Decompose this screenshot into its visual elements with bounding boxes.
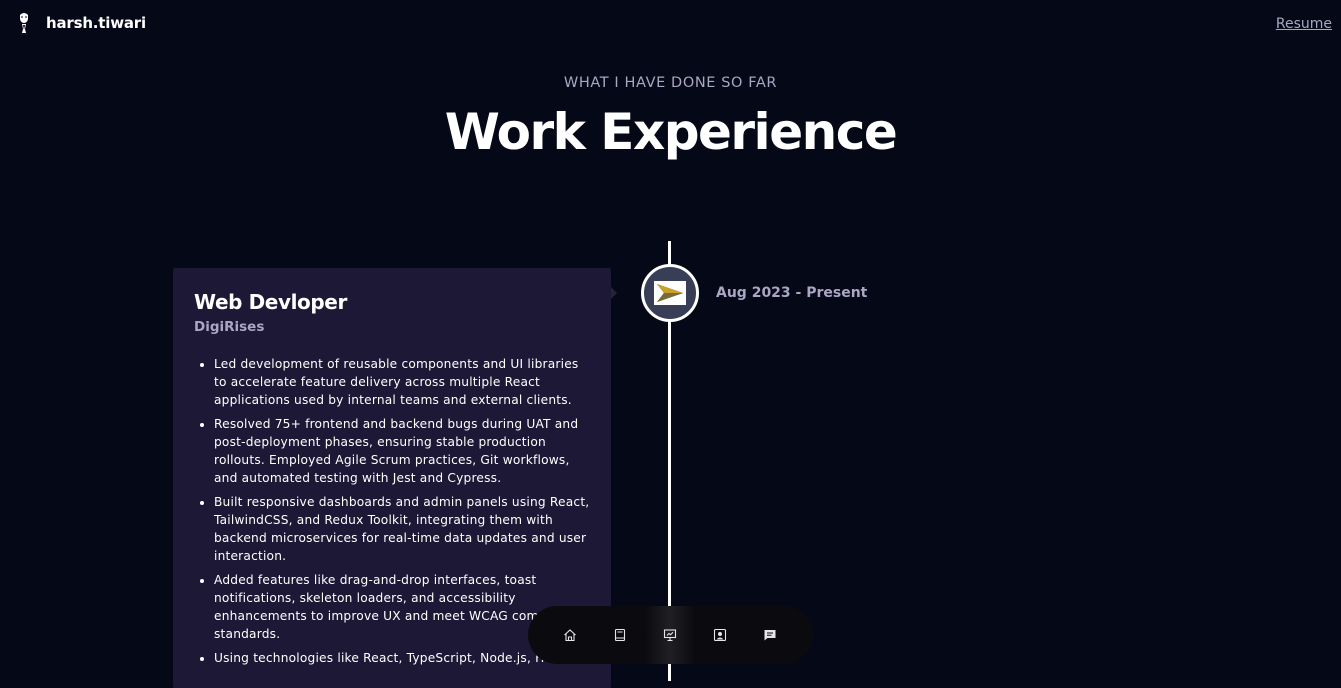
contact-card-icon bbox=[713, 628, 727, 642]
dock-about-button[interactable] bbox=[595, 606, 645, 664]
card-arrow bbox=[611, 287, 617, 299]
brand-logo[interactable]: harsh.tiwari bbox=[14, 10, 146, 36]
section-subtitle: WHAT I HAVE DONE SO FAR bbox=[563, 75, 778, 91]
brand-name: harsh.tiwari bbox=[46, 14, 146, 32]
list-item: Led development of reusable components a… bbox=[214, 355, 591, 409]
dock-home-button[interactable] bbox=[545, 606, 595, 664]
home-icon bbox=[564, 629, 576, 642]
job-title: Web Devloper bbox=[194, 290, 347, 314]
bottom-dock bbox=[528, 606, 813, 664]
presentation-icon bbox=[663, 629, 677, 642]
dock-experience-button[interactable] bbox=[645, 606, 695, 664]
company-name: DigiRises bbox=[194, 319, 265, 335]
experience-date: Aug 2023 - Present bbox=[716, 285, 868, 301]
chat-icon bbox=[764, 630, 776, 641]
navbar: harsh.tiwari Resume bbox=[0, 0, 1341, 48]
digirises-logo-icon bbox=[654, 281, 686, 305]
resume-link[interactable]: Resume bbox=[1276, 16, 1332, 32]
section-title: Work Experience bbox=[444, 103, 898, 161]
dock-projects-button[interactable] bbox=[695, 606, 745, 664]
book-icon bbox=[614, 628, 626, 642]
list-item: Built responsive dashboards and admin pa… bbox=[214, 493, 591, 565]
list-item: Resolved 75+ frontend and backend bugs d… bbox=[214, 415, 591, 487]
portrait-icon bbox=[20, 13, 28, 33]
dock-contact-button[interactable] bbox=[745, 606, 795, 664]
timeline-icon bbox=[641, 264, 699, 322]
